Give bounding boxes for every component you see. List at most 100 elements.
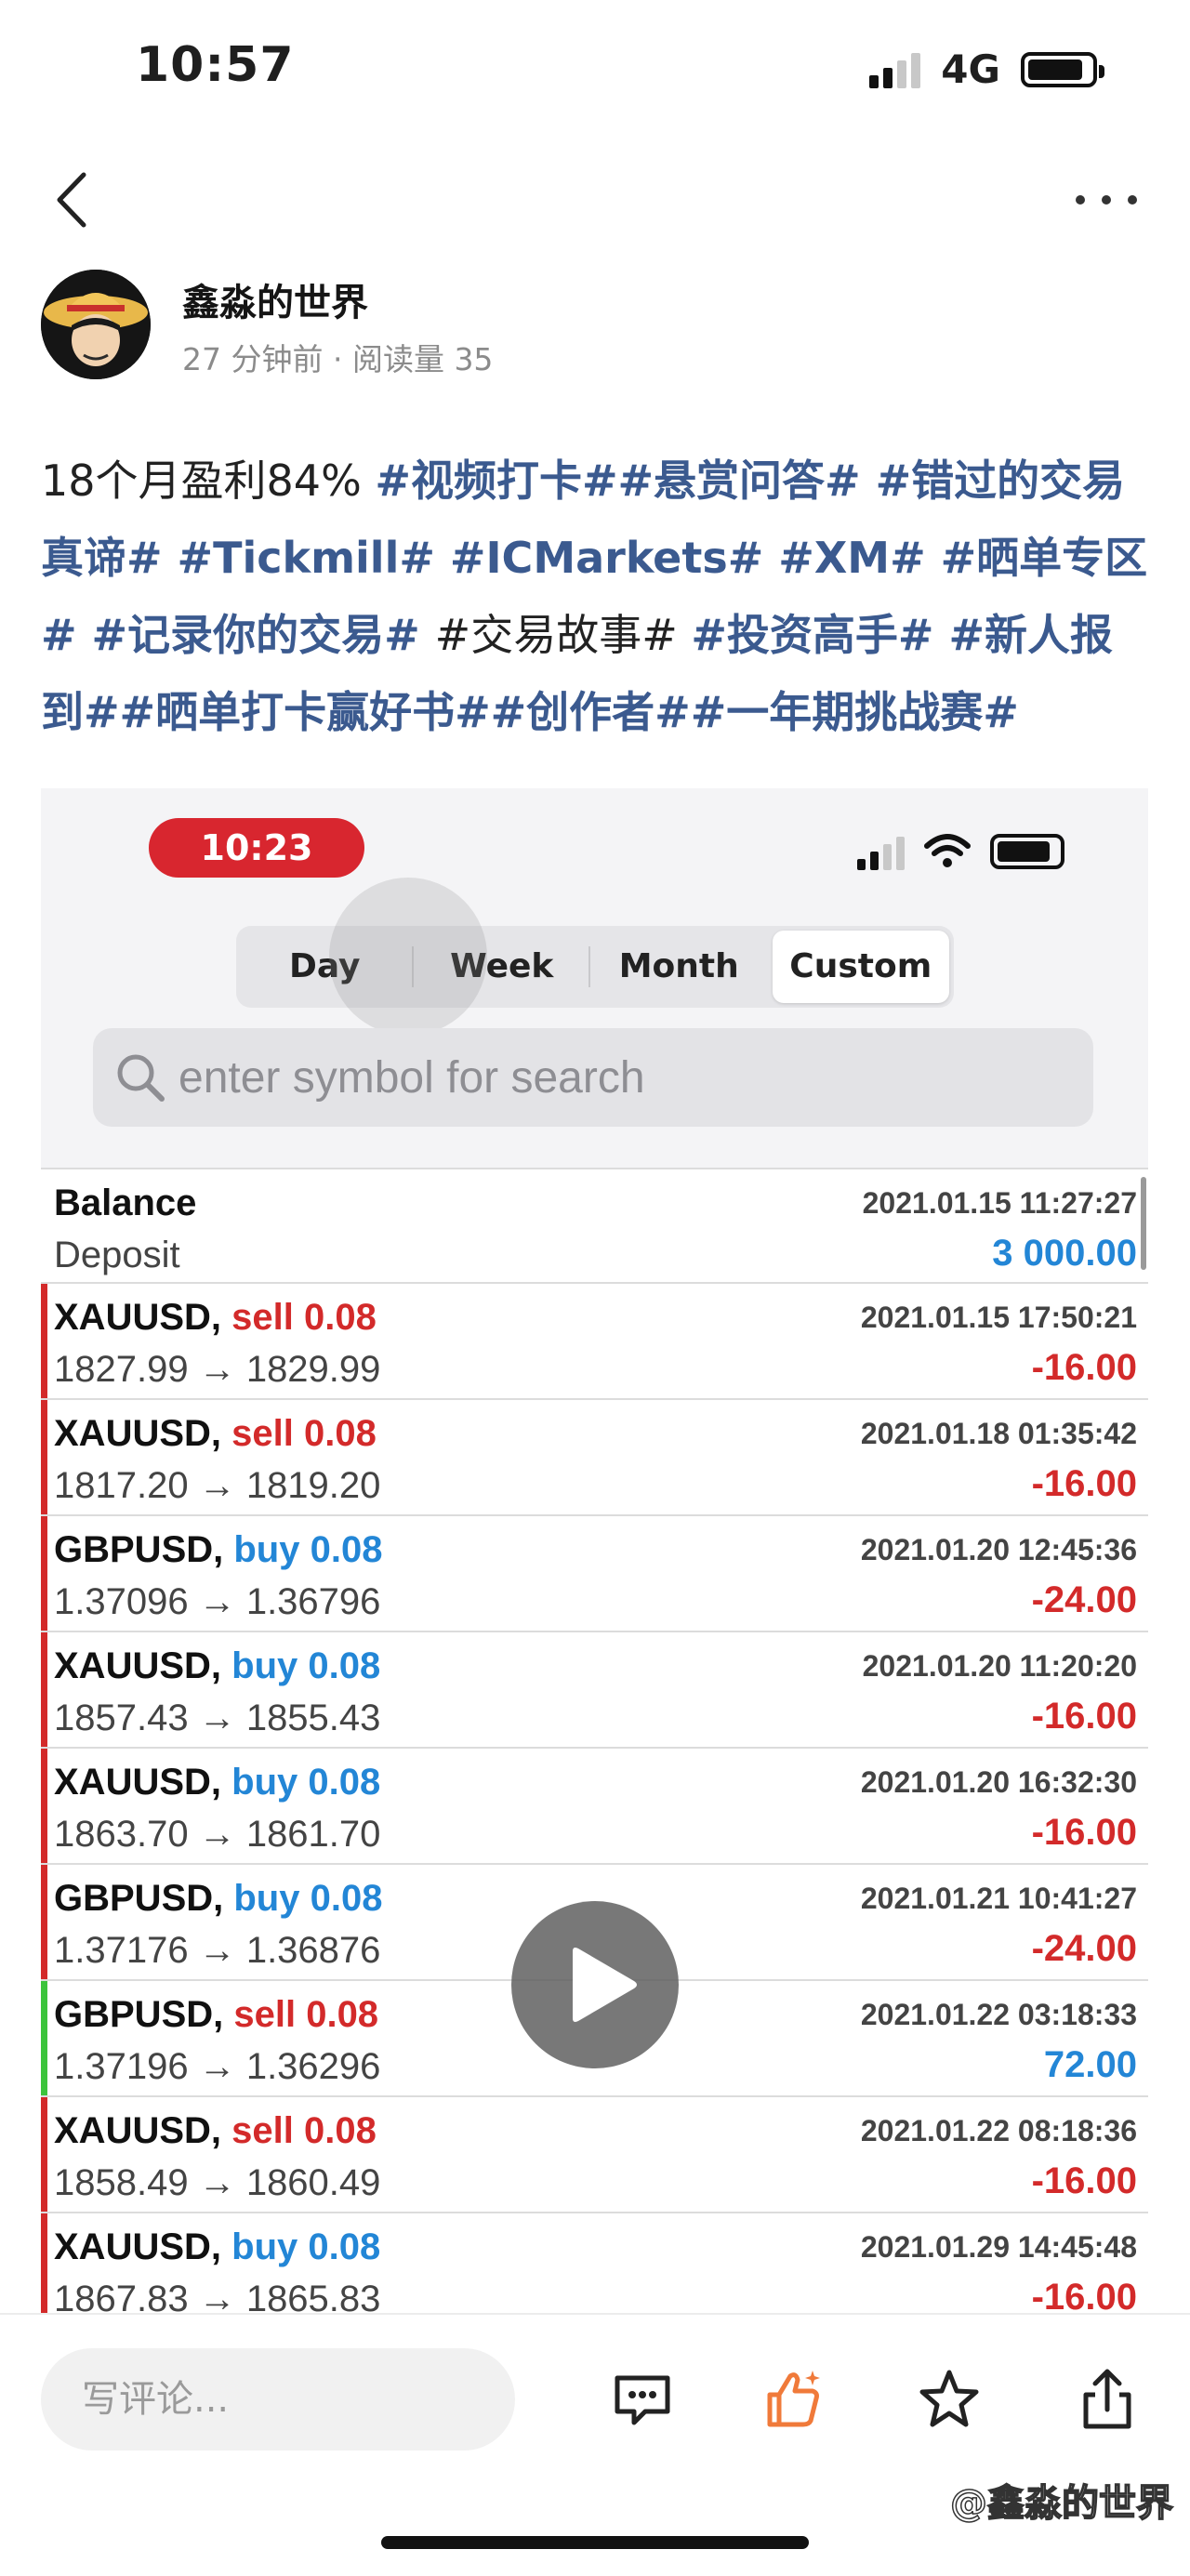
row-amount: 3 000.00 <box>992 1233 1137 1274</box>
trade-row[interactable]: XAUUSD, sell 0.08 1858.49 → 1860.49 2021.0… <box>41 2097 1148 2213</box>
row-symbol-line: XAUUSD, sell 0.08 <box>54 2110 377 2152</box>
wifi-icon <box>924 834 971 867</box>
author-name[interactable]: 鑫淼的世界 <box>182 272 368 326</box>
row-symbol: XAUUSD, <box>54 1297 232 1338</box>
thumbs-up-icon <box>767 2371 820 2427</box>
scroll-indicator <box>1141 1177 1146 1270</box>
row-detail: 1.37196 → 1.36296 <box>54 2046 381 2087</box>
embed-status-time: 10:23 <box>149 818 364 878</box>
network-type: 4G <box>941 46 1000 92</box>
touch-indicator <box>329 878 487 1036</box>
row-side: sell <box>231 1297 294 1338</box>
row-side: sell <box>231 2110 294 2151</box>
row-lots: 0.08 <box>310 1529 383 1570</box>
symbol-search-bar[interactable] <box>93 1028 1093 1127</box>
comment-box[interactable] <box>41 2348 515 2451</box>
row-amount: -16.00 <box>1031 1347 1137 1388</box>
embed-status-icons <box>857 833 1064 870</box>
row-amount: 72.00 <box>1043 2044 1137 2085</box>
row-detail: 1867.83 → 1865.83 <box>54 2279 381 2313</box>
trade-row[interactable]: XAUUSD, buy 0.08 1863.70 → 1861.70 2021.01… <box>41 1749 1148 1865</box>
row-symbol: GBPUSD, <box>54 1529 234 1570</box>
row-symbol-line: XAUUSD, buy 0.08 <box>54 2226 380 2268</box>
cellular-signal-icon <box>857 833 905 870</box>
row-symbol-line: GBPUSD, sell 0.08 <box>54 1994 378 2036</box>
trade-history-list: Balance Deposit 2021.01.15 11:27:27 3 000.0… <box>41 1168 1148 2313</box>
row-symbol-line: XAUUSD, buy 0.08 <box>54 1762 380 1803</box>
straw-hat-avatar-icon <box>41 270 151 379</box>
row-date: 2021.01.15 17:50:21 <box>860 1301 1137 1334</box>
row-symbol: Balance <box>54 1182 197 1223</box>
post-text: 18个月盈利84% #视频打卡##悬赏问答# #错过的交易真谛# #Tickmi… <box>41 443 1152 751</box>
battery-icon <box>990 834 1064 869</box>
trade-row[interactable]: XAUUSD, sell 0.08 1827.99 → 1829.99 2021.0… <box>41 1284 1148 1400</box>
like-button[interactable] <box>762 2367 827 2432</box>
trade-row[interactable]: XAUUSD, buy 0.08 1867.83 → 1865.83 2021.01… <box>41 2213 1148 2313</box>
row-date: 2021.01.20 16:32:30 <box>860 1765 1137 1799</box>
search-icon <box>117 1054 165 1102</box>
comment-button[interactable] <box>610 2367 675 2432</box>
row-status-bar <box>41 2097 47 2212</box>
share-button[interactable] <box>1075 2367 1140 2432</box>
row-symbol: XAUUSD, <box>54 1413 232 1454</box>
row-symbol-line: XAUUSD, sell 0.08 <box>54 1413 377 1455</box>
row-detail: 1817.20 → 1819.20 <box>54 1465 381 1506</box>
search-input[interactable] <box>178 1028 1015 1127</box>
play-button[interactable] <box>511 1901 679 2068</box>
row-lots: 0.08 <box>308 1762 381 1803</box>
play-icon <box>573 1948 637 2022</box>
row-date: 2021.01.20 12:45:36 <box>860 1533 1137 1566</box>
row-detail: 1827.99 → 1829.99 <box>54 1349 381 1390</box>
row-lots: 0.08 <box>308 2226 381 2267</box>
trade-row[interactable]: GBPUSD, buy 0.08 1.37096 → 1.36796 2021.01… <box>41 1516 1148 1632</box>
row-side: buy <box>233 1878 300 1919</box>
row-symbol-line: Balance <box>54 1182 196 1224</box>
more-options-button[interactable] <box>1069 177 1144 223</box>
row-symbol-line: GBPUSD, buy 0.08 <box>54 1529 382 1571</box>
row-symbol: XAUUSD, <box>54 2110 232 2151</box>
row-amount: -16.00 <box>1031 2160 1137 2201</box>
home-indicator[interactable] <box>381 2536 809 2549</box>
embedded-video[interactable]: 10:23 Day Week Month Custom BalanceDepos… <box>41 788 1148 2313</box>
star-icon <box>919 2370 979 2427</box>
row-date: 2021.01.15 11:27:27 <box>862 1186 1137 1220</box>
period-custom[interactable]: Custom <box>772 931 949 1003</box>
row-date: 2021.01.18 01:35:42 <box>860 1417 1137 1450</box>
row-status-bar <box>41 1865 47 1979</box>
back-button[interactable] <box>46 167 102 232</box>
row-lots: 0.08 <box>310 1878 383 1919</box>
favorite-button[interactable] <box>917 2367 982 2432</box>
row-symbol: XAUUSD, <box>54 2226 232 2267</box>
row-status-bar <box>41 1981 47 2095</box>
balance-row[interactable]: Balance Deposit 2021.01.15 11:27:27 3 000.0… <box>41 1168 1148 1284</box>
row-amount: -16.00 <box>1031 2277 1137 2313</box>
chevron-left-icon <box>57 172 86 228</box>
share-icon <box>1083 2369 1131 2429</box>
row-status-bar <box>41 1284 47 1398</box>
trade-row[interactable]: XAUUSD, sell 0.08 1817.20 → 1819.20 2021.0… <box>41 1400 1148 1516</box>
row-symbol: GBPUSD, <box>54 1994 234 2035</box>
avatar[interactable] <box>41 270 151 379</box>
comment-input[interactable] <box>82 2348 491 2451</box>
row-symbol: GBPUSD, <box>54 1878 234 1919</box>
status-bar: 10:57 4G <box>0 0 1190 139</box>
row-detail: 1.37176 → 1.36876 <box>54 1930 381 1971</box>
row-symbol: XAUUSD, <box>54 1645 232 1686</box>
row-side: buy <box>231 1762 298 1803</box>
row-status-bar <box>41 2213 47 2313</box>
row-lots: 0.08 <box>303 2110 377 2151</box>
row-status-bar <box>41 1400 47 1514</box>
trade-row[interactable]: XAUUSD, buy 0.08 1857.43 → 1855.43 2021.01… <box>41 1632 1148 1749</box>
row-detail: 1.37096 → 1.36796 <box>54 1581 381 1622</box>
row-date: 2021.01.22 08:18:36 <box>860 2114 1137 2147</box>
comment-bubble-icon <box>615 2375 670 2425</box>
row-side: sell <box>231 1413 294 1454</box>
row-side: buy <box>231 2226 298 2267</box>
battery-icon <box>1021 51 1104 87</box>
row-status-bar <box>41 1169 47 1282</box>
row-detail: 1858.49 → 1860.49 <box>54 2162 381 2203</box>
row-status-bar <box>41 1632 47 1747</box>
row-amount: -16.00 <box>1031 1463 1137 1504</box>
period-month[interactable]: Month <box>590 926 768 1008</box>
row-symbol-line: XAUUSD, buy 0.08 <box>54 1645 380 1687</box>
